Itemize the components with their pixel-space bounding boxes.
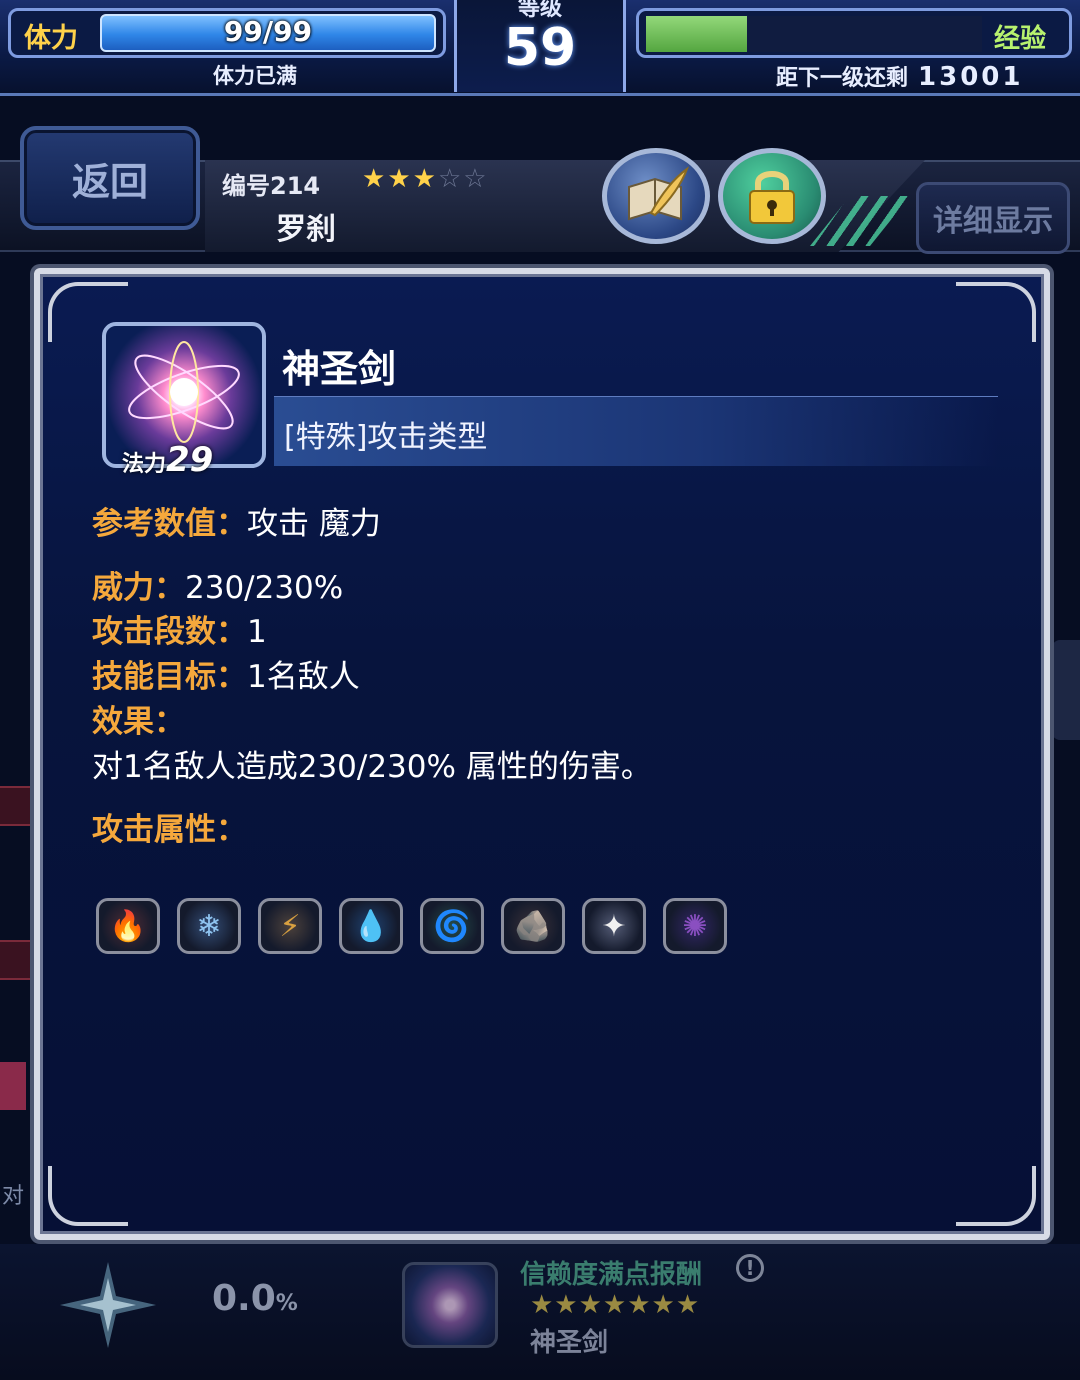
star-filled-icon: ★ — [412, 164, 438, 194]
trust-percent-unit: % — [275, 1291, 298, 1316]
reward-stars: ★★★★★★★ — [530, 1290, 701, 1320]
fire-icon-glyph: 🔥 — [109, 908, 147, 944]
hp-value: 99/99 — [223, 15, 313, 48]
star-empty-icon: ☆ — [463, 164, 489, 194]
lightning-icon: ⚡ — [258, 898, 322, 954]
star-empty-icon: ☆ — [437, 164, 464, 194]
trust-crystal-icon — [60, 1262, 156, 1348]
element-icon-row: 🔥 ❄ ⚡ 💧 🌀 🪨 ✦ ✺ — [96, 898, 727, 954]
water-icon: 💧 — [339, 898, 403, 954]
journal-button[interactable] — [602, 148, 710, 244]
unit-name: 罗刹 — [276, 212, 336, 247]
rarity-stars: ★★★☆☆ — [362, 164, 489, 194]
mp-label: 法力 — [122, 452, 167, 477]
exp-label: 经验 — [994, 24, 1047, 54]
skill-name: 神圣剑 — [282, 347, 397, 391]
dark-icon: ✺ — [663, 898, 727, 954]
dark-icon-glyph: ✺ — [682, 908, 708, 944]
attack-attribute-line: 攻击属性： — [92, 812, 247, 848]
ice-icon-glyph: ❄ — [196, 908, 222, 944]
ornament-corner — [956, 282, 1036, 342]
hits-key: 攻击段数 — [92, 614, 216, 650]
star-filled-icon: ★ — [362, 164, 388, 194]
effect-key: 效果 — [92, 704, 154, 740]
unit-number: 编号214 — [222, 172, 321, 200]
water-icon-glyph: 💧 — [352, 908, 390, 944]
effect-line: 效果： — [92, 704, 185, 740]
mp-cost: 法力29 — [122, 440, 213, 480]
level-box: 等级 59 — [454, 0, 626, 92]
skill-type: [特殊]攻击类型 — [284, 420, 488, 455]
holy-icon: ✦ — [582, 898, 646, 954]
lightning-icon-glyph: ⚡ — [279, 908, 301, 944]
background-panel-edge — [1052, 640, 1080, 740]
ice-icon: ❄ — [177, 898, 241, 954]
trust-percent: 0.0% — [212, 1278, 298, 1319]
earth-icon-glyph: 🪨 — [514, 908, 552, 944]
reference-stat-line: 参考数值：攻击 魔力 — [92, 506, 381, 542]
target-value: 1名敌人 — [247, 659, 360, 695]
reward-name: 神圣剑 — [530, 1328, 609, 1358]
mp-value: 29 — [166, 440, 214, 480]
detail-view-button[interactable]: 详细显示 — [916, 182, 1070, 254]
target-key: 技能目标 — [92, 659, 216, 695]
background-button-edge — [0, 940, 32, 980]
hp-label: 体力 — [24, 23, 78, 54]
wind-icon: 🌀 — [420, 898, 484, 954]
ornament-corner — [956, 1166, 1036, 1226]
earth-icon: 🪨 — [501, 898, 565, 954]
fire-icon: 🔥 — [96, 898, 160, 954]
power-key: 威力 — [92, 570, 154, 606]
attack-attribute-key: 攻击属性 — [92, 812, 216, 848]
background-tab-edge — [0, 1062, 26, 1110]
hits-value: 1 — [247, 614, 267, 650]
exp-remaining-value: 13001 — [918, 62, 1024, 92]
background-text-edge: 对 — [2, 1184, 25, 1209]
lock-button[interactable] — [718, 148, 826, 244]
wind-icon-glyph: 🌀 — [433, 908, 471, 944]
book-quill-icon — [628, 166, 690, 221]
back-button[interactable]: 返回 — [20, 126, 200, 230]
reference-stat-value: 攻击 魔力 — [247, 506, 381, 542]
hp-status: 体力已满 — [213, 64, 297, 88]
power-line: 威力：230/230% — [92, 570, 344, 606]
reward-title: 信赖度满点报酬 — [520, 1260, 703, 1290]
target-line: 技能目标：1名敌人 — [92, 659, 360, 695]
trust-percent-value: 0.0 — [212, 1278, 276, 1319]
hits-line: 攻击段数：1 — [92, 614, 267, 650]
exp-remaining: 距下一级还剩 13001 — [776, 60, 1023, 92]
ornament-corner — [48, 1166, 128, 1226]
reward-skill-icon[interactable] — [402, 1262, 498, 1348]
holy-icon-glyph: ✦ — [601, 908, 627, 944]
level-value: 59 — [503, 18, 577, 78]
reference-stat-key: 参考数值 — [92, 506, 216, 542]
power-value: 230/230% — [185, 570, 344, 606]
background-button-edge — [0, 786, 32, 826]
star-filled-icon: ★ — [387, 164, 413, 194]
effect-text: 对1名敌人造成230/230% 属性的伤害。 — [92, 749, 652, 785]
lock-icon — [749, 171, 795, 224]
exp-fill — [646, 16, 747, 52]
exp-remaining-label: 距下一级还剩 — [776, 66, 909, 91]
info-icon[interactable]: ! — [736, 1254, 764, 1282]
